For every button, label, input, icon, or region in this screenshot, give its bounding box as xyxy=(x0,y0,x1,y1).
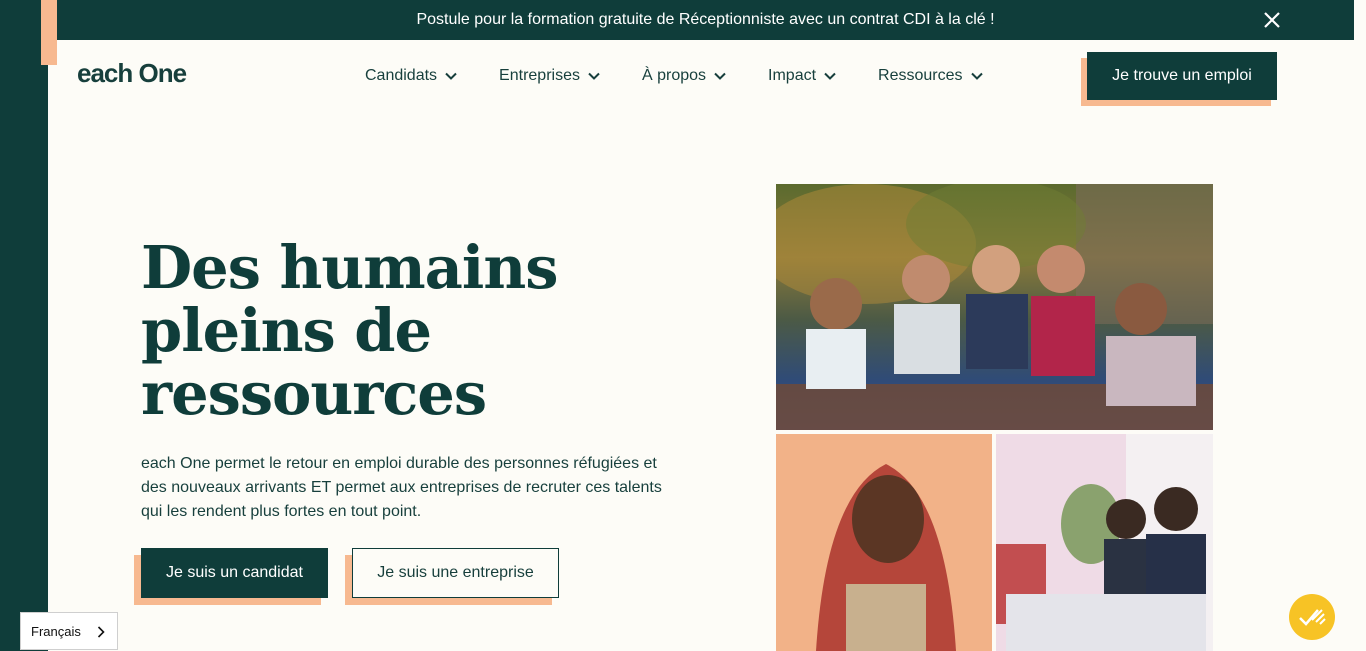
hero-title-line: Des humains xyxy=(141,233,558,302)
hero-photo-portrait xyxy=(776,434,992,651)
logo[interactable]: each One xyxy=(77,58,187,89)
nav-item-candidats[interactable]: Candidats xyxy=(365,66,457,86)
language-label: Français xyxy=(31,623,81,639)
chevron-down-icon xyxy=(588,72,600,80)
nav-item-label: Entreprises xyxy=(499,67,580,84)
language-selector[interactable]: Français xyxy=(20,612,118,650)
find-job-button[interactable]: Je trouve un emploi xyxy=(1087,52,1277,100)
chevron-down-icon xyxy=(445,72,457,80)
hero-title: Des humains pleins de ressources xyxy=(141,236,621,425)
nav-item-a-propos[interactable]: À propos xyxy=(642,66,726,86)
chevron-down-icon xyxy=(714,72,726,80)
left-rail xyxy=(0,0,48,651)
peach-accent xyxy=(41,0,57,65)
company-button[interactable]: Je suis une entreprise xyxy=(352,548,559,598)
nav-item-label: Ressources xyxy=(878,67,963,84)
hero-title-line: pleins de xyxy=(141,296,432,365)
chevron-down-icon xyxy=(970,72,983,80)
accessibility-badge-icon[interactable] xyxy=(1289,594,1335,640)
hero-photo-meeting xyxy=(996,434,1213,651)
announcement-text[interactable]: Postule pour la formation gratuite de Ré… xyxy=(416,11,994,29)
hero-description: each One permet le retour en emploi dura… xyxy=(141,455,662,520)
announcement-bar[interactable]: Postule pour la formation gratuite de Ré… xyxy=(57,0,1354,40)
nav-item-label: À propos xyxy=(641,67,707,84)
close-icon[interactable] xyxy=(1262,10,1282,30)
nav-item-ressources[interactable]: Ressources xyxy=(878,66,983,86)
chevron-down-icon xyxy=(824,72,836,80)
candidate-button[interactable]: Je suis un candidat xyxy=(141,548,328,598)
nav-item-label: Impact xyxy=(768,67,817,84)
nav-item-entreprises[interactable]: Entreprises xyxy=(499,66,600,86)
nav-item-impact[interactable]: Impact xyxy=(768,66,836,86)
nav-item-label: Candidats xyxy=(365,67,438,84)
main-nav: Candidats Entreprises À propos Impact Re… xyxy=(365,66,1025,86)
hero-title-line: ressources xyxy=(141,359,487,428)
hero-photo-group xyxy=(776,184,1213,430)
chevron-right-icon xyxy=(97,626,105,638)
